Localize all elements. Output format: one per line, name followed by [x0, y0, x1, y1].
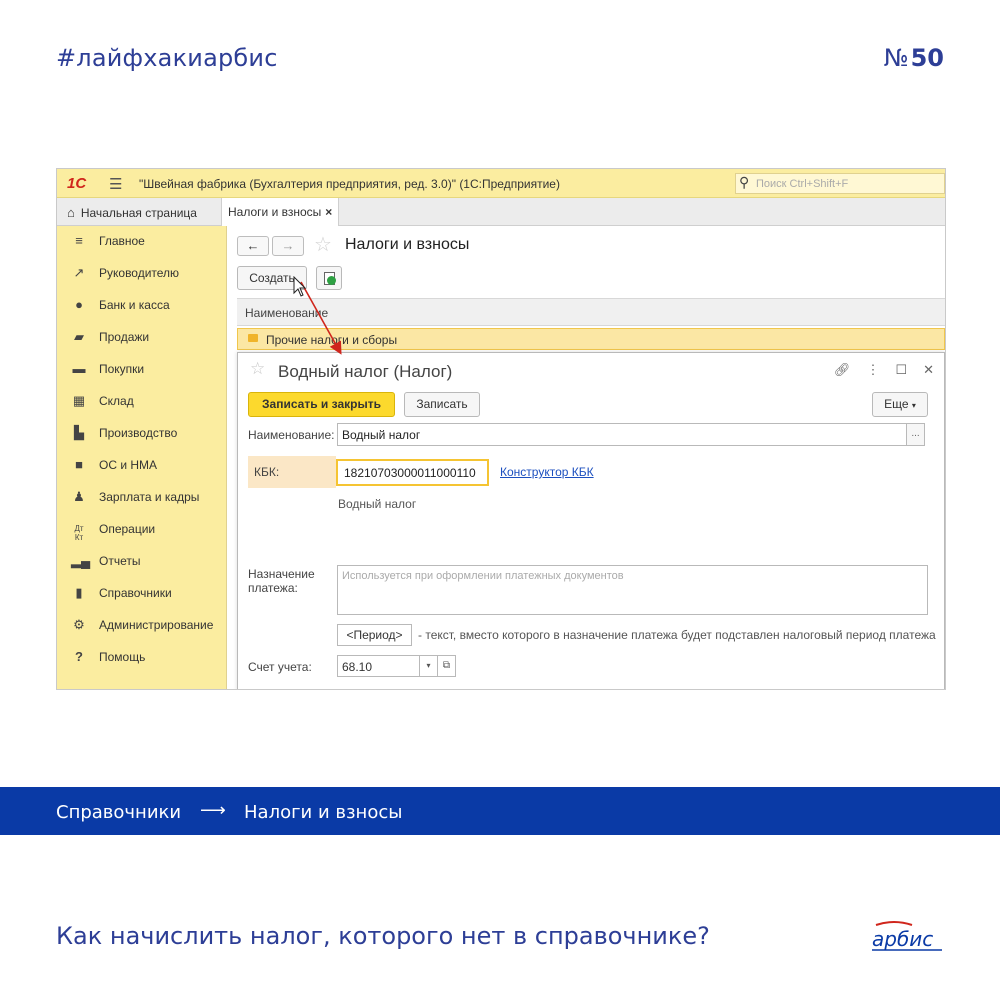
mouse-cursor-icon	[293, 276, 307, 297]
brand-logo: арбис	[872, 921, 942, 951]
hashtag-title: #лайфхакиарбис	[56, 44, 278, 72]
issue-number: №50	[884, 44, 944, 72]
pointer-arrow	[300, 281, 342, 355]
breadcrumb-band: Справочники ⟶ Налоги и взносы	[0, 787, 1000, 835]
app-screenshot: 1С ☰ "Швейная фабрика (Бухгалтерия предп…	[56, 168, 946, 690]
breadcrumb-to: Налоги и взносы	[244, 802, 403, 823]
breadcrumb-arrow: ⟶	[200, 800, 226, 820]
brand-logo-text: арбис	[872, 927, 933, 951]
question-caption: Как начислить налог, которого нет в спра…	[56, 922, 710, 950]
issue-number-value: 50	[910, 44, 944, 72]
breadcrumb-from: Справочники	[56, 802, 182, 823]
issue-prefix: №	[883, 44, 909, 72]
